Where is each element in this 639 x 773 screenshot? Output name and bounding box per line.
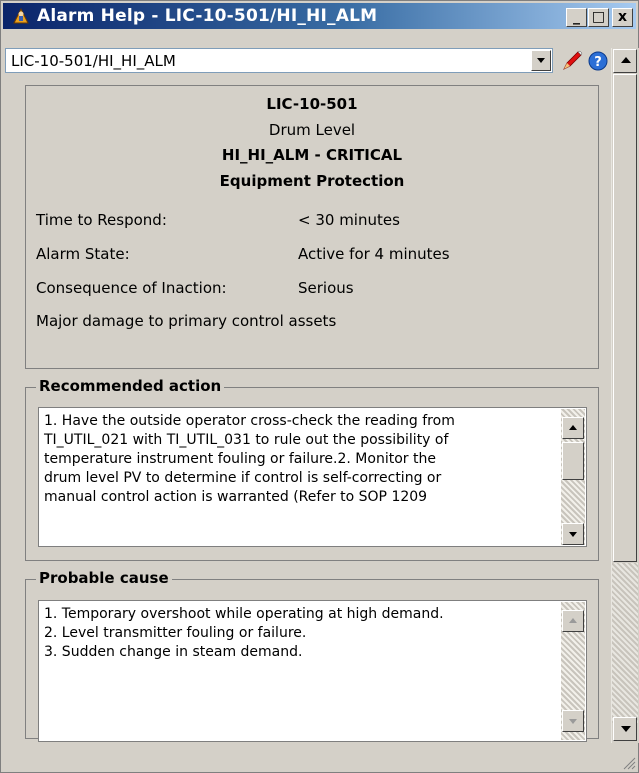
probable-cause-line: 2. Level transmitter fouling or failure. bbox=[44, 625, 307, 641]
alarm-type: HI_HI_ALM - CRITICAL bbox=[221, 146, 403, 164]
scroll-up-button[interactable] bbox=[613, 49, 637, 73]
scroll-thumb[interactable] bbox=[562, 442, 584, 480]
window-scrollbar[interactable] bbox=[611, 48, 639, 743]
recommended-action-line: manual control action is warranted (Refe… bbox=[44, 489, 428, 505]
recommended-action-line: temperature instrument fouling or failur… bbox=[44, 451, 436, 467]
time-to-respond-value: < 30 minutes bbox=[298, 211, 400, 229]
help-icon[interactable]: ? bbox=[585, 49, 611, 73]
alarm-summary-panel: LIC-10-501 Drum Level HI_HI_ALM - CRITIC… bbox=[25, 85, 599, 369]
resize-grip-icon[interactable] bbox=[622, 756, 636, 770]
chevron-down-icon[interactable] bbox=[531, 50, 551, 71]
pencil-icon[interactable] bbox=[559, 49, 585, 73]
scroll-down-button[interactable] bbox=[562, 523, 584, 545]
scroll-thumb[interactable] bbox=[613, 74, 637, 562]
recommended-action-line: TI_UTIL_021 with TI_UTIL_031 to rule out… bbox=[44, 432, 449, 448]
scroll-track[interactable] bbox=[612, 563, 638, 723]
probable-cause-line: 1. Temporary overshoot while operating a… bbox=[44, 606, 444, 622]
close-button[interactable]: x bbox=[612, 8, 633, 27]
alarm-help-window: Alarm Help - LIC-10-501/HI_HI_ALM _ □ x … bbox=[0, 0, 639, 773]
probable-cause-textbox[interactable]: 1. Temporary overshoot while operating a… bbox=[38, 600, 587, 742]
recommended-action-line: 1. Have the outside operator cross-check… bbox=[44, 413, 455, 429]
scroll-down-button[interactable] bbox=[562, 710, 584, 732]
time-to-respond-label: Time to Respond: bbox=[36, 211, 167, 229]
scroll-down-button[interactable] bbox=[613, 717, 637, 741]
minimize-button[interactable]: _ bbox=[566, 8, 587, 27]
consequence-value: Serious bbox=[298, 279, 354, 297]
alarm-category: Equipment Protection bbox=[219, 172, 405, 190]
alarm-help-app-icon bbox=[13, 7, 29, 24]
consequence-label: Consequence of Inaction: bbox=[36, 279, 227, 297]
recommended-action-title: Recommended action bbox=[36, 377, 225, 395]
alarm-state-value: Active for 4 minutes bbox=[298, 245, 450, 263]
scroll-up-button[interactable] bbox=[562, 610, 584, 632]
recommended-action-line: drum level PV to determine if control is… bbox=[44, 470, 442, 486]
alarm-selector-value: LIC-10-501/HI_HI_ALM bbox=[11, 52, 176, 70]
probable-cause-scrollbar[interactable] bbox=[561, 602, 585, 740]
alarm-selector-combobox[interactable]: LIC-10-501/HI_HI_ALM bbox=[5, 48, 553, 73]
window-title: Alarm Help - LIC-10-501/HI_HI_ALM bbox=[37, 6, 378, 26]
consequence-detail: Major damage to primary control assets bbox=[36, 312, 337, 330]
alarm-description: Drum Level bbox=[268, 121, 356, 139]
alarm-tag: LIC-10-501 bbox=[266, 95, 358, 113]
title-bar[interactable]: Alarm Help - LIC-10-501/HI_HI_ALM _ □ x bbox=[3, 3, 636, 29]
scroll-up-button[interactable] bbox=[562, 417, 584, 439]
recommended-action-group: Recommended action 1. Have the outside o… bbox=[25, 377, 599, 561]
recommended-action-textbox[interactable]: 1. Have the outside operator cross-check… bbox=[38, 407, 587, 547]
svg-text:?: ? bbox=[594, 55, 602, 70]
probable-cause-line: 3. Sudden change in steam demand. bbox=[44, 644, 303, 660]
probable-cause-group: Probable cause 1. Temporary overshoot wh… bbox=[25, 569, 599, 742]
maximize-button[interactable]: □ bbox=[588, 8, 609, 27]
alarm-state-label: Alarm State: bbox=[36, 245, 130, 263]
probable-cause-title: Probable cause bbox=[36, 569, 172, 587]
recommended-action-scrollbar[interactable] bbox=[561, 409, 585, 545]
